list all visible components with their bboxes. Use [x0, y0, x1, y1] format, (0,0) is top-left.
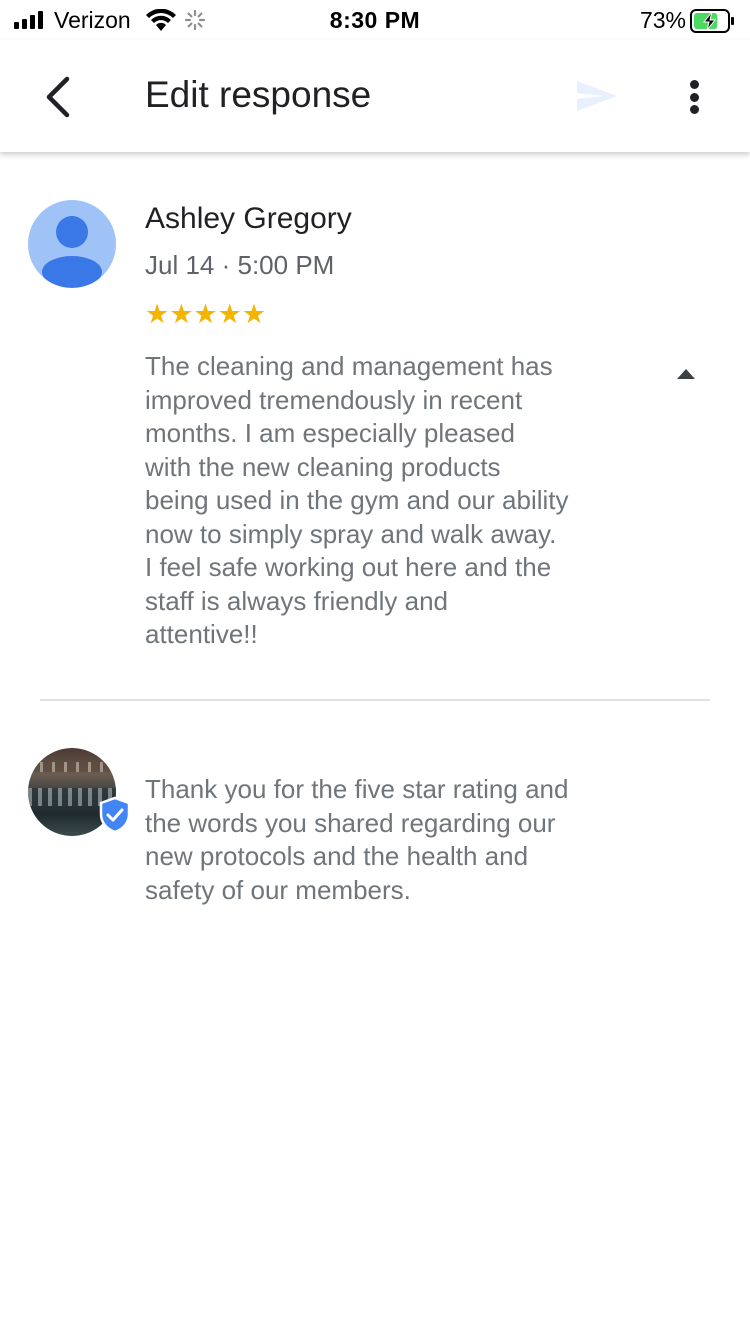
battery-charging-icon — [690, 9, 734, 33]
collapse-review-button[interactable] — [668, 362, 704, 386]
person-icon — [42, 216, 102, 288]
app-bar: Edit response — [0, 40, 750, 152]
verified-shield-icon — [99, 796, 131, 834]
status-bar: Verizon 8:30 PM 73% — [0, 0, 750, 40]
divider — [40, 699, 710, 701]
send-button[interactable] — [574, 78, 620, 114]
review-date: Jul 14 · 5:00 PM — [145, 250, 335, 280]
star-rating: ★★★★★ — [145, 299, 267, 329]
chevron-left-icon — [46, 76, 70, 118]
more-vert-icon — [689, 80, 699, 89]
owner-response-text[interactable]: Thank you for the five star rating and t… — [145, 773, 645, 907]
send-icon — [577, 81, 617, 111]
back-button[interactable] — [36, 74, 78, 120]
battery-percent: 73% — [639, 7, 686, 33]
reviewer-avatar — [28, 200, 116, 288]
triangle-up-icon — [677, 369, 695, 379]
reviewer-name: Ashley Gregory — [145, 202, 352, 235]
more-options-button[interactable] — [676, 74, 712, 120]
page-title: Edit response — [145, 74, 372, 115]
status-time: 8:30 PM — [329, 7, 421, 33]
review-text: The cleaning and management has improved… — [145, 351, 569, 649]
